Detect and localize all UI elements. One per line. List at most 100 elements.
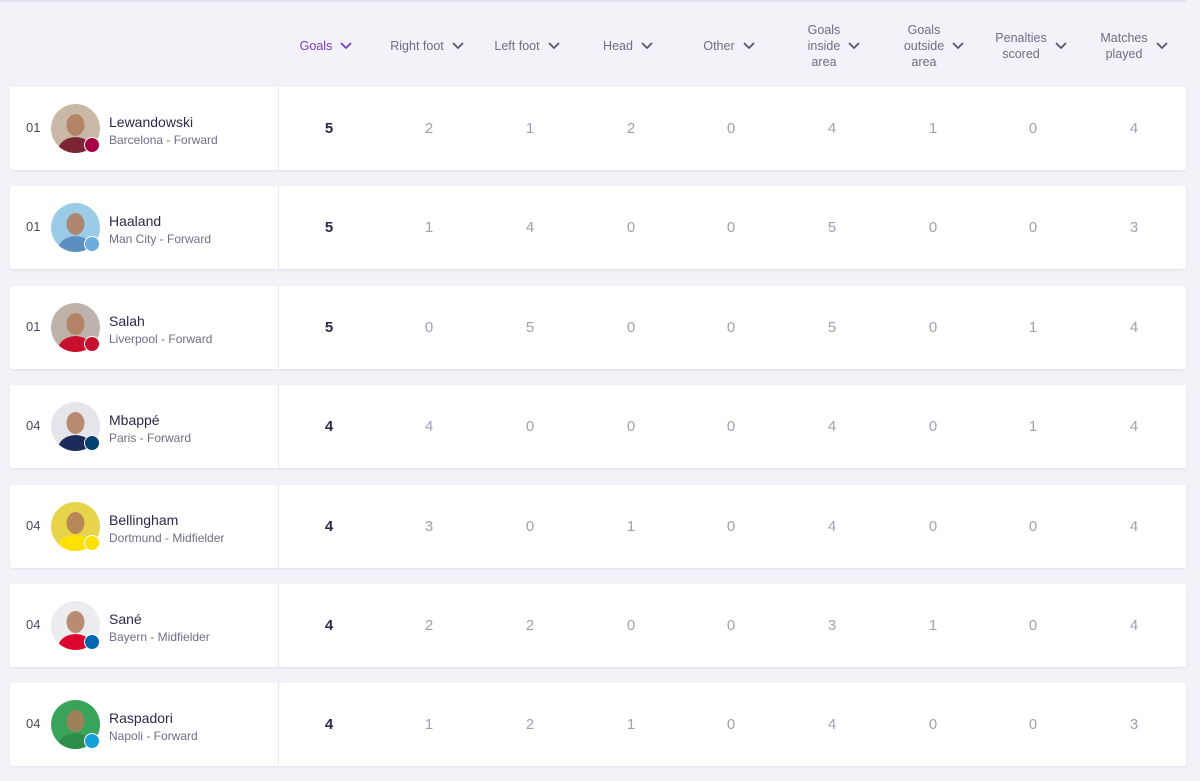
stat-head: 0 (626, 418, 636, 435)
table-row[interactable]: 01 Lewandowski Barcelona - Forward 5 2 1 2 0 4 1 0… (10, 87, 1186, 170)
liverpool-crest-icon (84, 336, 100, 352)
chevron-down-icon (548, 42, 559, 49)
stat-matches: 3 (1129, 716, 1139, 733)
stat-penalties: 0 (1028, 518, 1038, 535)
column-header-label: Matches played (1100, 31, 1148, 61)
table-row[interactable]: 04 Mbappé Paris - Forward 4 4 0 0 0 4 0 1 4 (10, 385, 1186, 468)
stat-right_foot: 2 (424, 617, 434, 634)
chevron-down-icon (340, 42, 352, 49)
man-city-crest-icon (84, 236, 100, 252)
stat-outside: 0 (928, 219, 938, 236)
stat-goals: 5 (324, 319, 334, 336)
column-header-label: Goals (299, 39, 333, 53)
table-row[interactable]: 01 Haaland Man City - Forward 5 1 4 0 0 5 0 0 3 (10, 186, 1186, 269)
player-cell[interactable]: 04 Raspadori Napoli - Forward (10, 683, 279, 766)
column-header-label: Right foot (390, 39, 444, 53)
chevron-down-icon (1055, 42, 1067, 49)
chevron-down-icon (952, 42, 964, 49)
stat-outside: 0 (928, 319, 938, 336)
column-header-head[interactable]: Head (578, 18, 678, 74)
table-row[interactable]: 01 Salah Liverpool - Forward 5 0 5 0 0 5 0 1 4 (10, 286, 1186, 369)
chevron-down-icon (743, 42, 755, 49)
column-header-goals[interactable]: Goals (276, 18, 376, 74)
bayern-crest-icon (84, 634, 100, 650)
player-name[interactable]: Bellingham (109, 512, 178, 528)
player-name[interactable]: Haaland (109, 213, 161, 229)
table-header: Goals Right foot Left foot Head Other Goals i… (0, 0, 1200, 86)
stat-head: 0 (626, 319, 636, 336)
stat-inside: 3 (827, 617, 837, 634)
stat-left_foot: 0 (525, 518, 535, 535)
player-cell[interactable]: 04 Bellingham Dortmund - Midfielder (10, 485, 279, 568)
player-cell[interactable]: 01 Haaland Man City - Forward (10, 186, 279, 269)
stat-right_foot: 4 (424, 418, 434, 435)
stat-head: 0 (626, 219, 636, 236)
table-row[interactable]: 04 Raspadori Napoli - Forward 4 1 2 1 0 4 0 0 3 (10, 683, 1186, 766)
stat-goals: 4 (324, 418, 334, 435)
column-header-outside[interactable]: Goals outside area (884, 18, 984, 74)
stat-head: 1 (626, 518, 636, 535)
player-team-position: Dortmund - Midfielder (109, 531, 225, 545)
stat-matches: 4 (1129, 120, 1139, 137)
player-team-position: Barcelona - Forward (109, 133, 218, 147)
column-header-matches[interactable]: Matches played (1084, 18, 1184, 74)
player-cell[interactable]: 01 Salah Liverpool - Forward (10, 286, 279, 369)
player-cell[interactable]: 04 Sané Bayern - Midfielder (10, 584, 279, 667)
stat-head: 1 (626, 716, 636, 733)
stat-other: 0 (726, 716, 736, 733)
player-name[interactable]: Lewandowski (109, 114, 193, 130)
player-team-position: Liverpool - Forward (109, 332, 213, 346)
column-header-label: Head (603, 39, 633, 53)
column-header-inside[interactable]: Goals inside area (784, 18, 884, 74)
stat-other: 0 (726, 518, 736, 535)
stat-other: 0 (726, 418, 736, 435)
stat-head: 0 (626, 617, 636, 634)
column-header-label: Left foot (494, 39, 540, 53)
column-header-left_foot[interactable]: Left foot (477, 18, 577, 74)
stat-left_foot: 5 (525, 319, 535, 336)
stat-penalties: 1 (1028, 319, 1038, 336)
column-header-other[interactable]: Other (679, 18, 779, 74)
player-name[interactable]: Sané (109, 611, 142, 627)
stat-outside: 0 (928, 418, 938, 435)
stat-left_foot: 0 (525, 418, 535, 435)
stat-left_foot: 4 (525, 219, 535, 236)
player-name[interactable]: Raspadori (109, 710, 173, 726)
table-row[interactable]: 04 Bellingham Dortmund - Midfielder 4 3 0 1 0 4 0… (10, 485, 1186, 568)
stat-inside: 4 (827, 716, 837, 733)
chevron-down-icon (1156, 42, 1168, 49)
stat-goals: 4 (324, 716, 334, 733)
stat-matches: 3 (1129, 219, 1139, 236)
player-cell[interactable]: 01 Lewandowski Barcelona - Forward (10, 87, 279, 170)
stat-matches: 4 (1129, 319, 1139, 336)
psg-crest-icon (84, 435, 100, 451)
stat-head: 2 (626, 120, 636, 137)
player-cell[interactable]: 04 Mbappé Paris - Forward (10, 385, 279, 468)
column-header-right_foot[interactable]: Right foot (377, 18, 477, 74)
rank-number: 01 (26, 319, 41, 334)
stat-left_foot: 1 (525, 120, 535, 137)
rank-number: 04 (26, 716, 41, 731)
player-name[interactable]: Mbappé (109, 412, 160, 428)
chevron-down-icon (452, 42, 464, 49)
stat-matches: 4 (1129, 617, 1139, 634)
stat-matches: 4 (1129, 518, 1139, 535)
dortmund-crest-icon (84, 535, 100, 551)
column-header-label: Other (703, 39, 735, 53)
player-name[interactable]: Salah (109, 313, 145, 329)
column-header-penalties[interactable]: Penalties scored (981, 18, 1081, 74)
napoli-crest-icon (84, 733, 100, 749)
rank-number: 01 (26, 219, 41, 234)
stat-left_foot: 2 (525, 617, 535, 634)
player-team-position: Paris - Forward (109, 431, 192, 445)
stat-outside: 1 (928, 120, 938, 137)
rank-number: 04 (26, 518, 41, 533)
stat-right_foot: 3 (424, 518, 434, 535)
rank-number: 01 (26, 120, 41, 135)
column-header-label: Goals outside area (903, 23, 945, 69)
table-row[interactable]: 04 Sané Bayern - Midfielder 4 2 2 0 0 3 1 0 4 (10, 584, 1186, 667)
chevron-down-icon (848, 42, 860, 49)
stat-penalties: 0 (1028, 716, 1038, 733)
player-team-position: Bayern - Midfielder (109, 630, 210, 644)
column-header-label: Penalties scored (995, 31, 1047, 61)
